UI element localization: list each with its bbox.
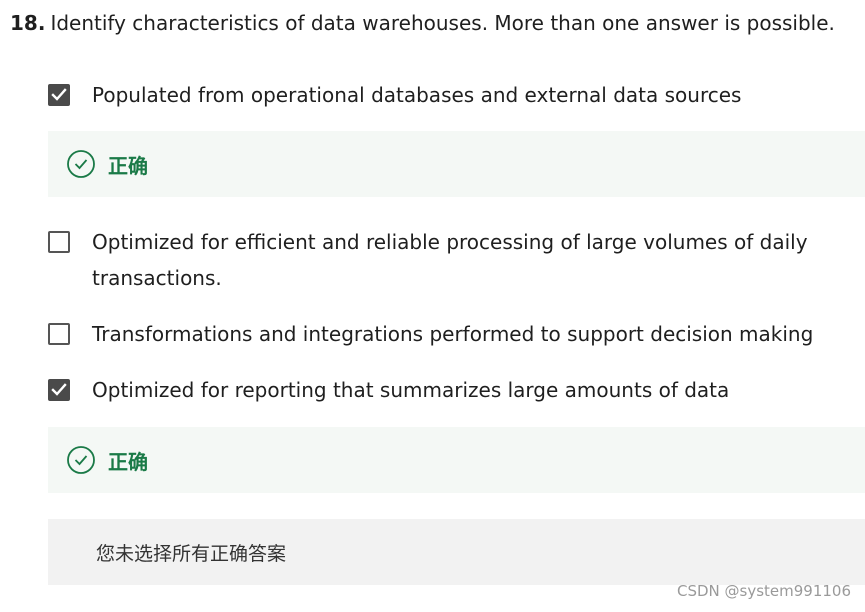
option-1[interactable]: Populated from operational databases and… xyxy=(48,80,792,113)
feedback-label: 正确 xyxy=(108,153,148,178)
checkmark-icon xyxy=(51,88,67,101)
option-label: Optimized for efficient and reliable pro… xyxy=(92,230,808,290)
question-number: 18. xyxy=(10,11,46,35)
option-label: Optimized for reporting that summarizes … xyxy=(92,378,730,402)
quiz-page: 18. Identify characteristics of data ware… xyxy=(0,0,865,612)
checkmark-icon xyxy=(51,383,67,396)
check-circle-icon xyxy=(67,446,95,474)
feedback-correct: 正确 xyxy=(48,427,865,493)
result-summary: 您未选择所有正确答案 xyxy=(48,519,865,585)
checkbox-unchecked[interactable] xyxy=(48,323,70,345)
option-4[interactable]: Optimized for reporting that summarizes … xyxy=(48,375,792,408)
check-circle-icon xyxy=(67,150,95,178)
question-text: Identify characteristics of data warehou… xyxy=(50,11,835,35)
watermark: CSDN @system991106 xyxy=(676,582,851,600)
question-heading: 18. Identify characteristics of data ware… xyxy=(10,8,835,38)
feedback-label: 正确 xyxy=(108,449,148,474)
checkbox-checked[interactable] xyxy=(48,379,70,401)
summary-text: 您未选择所有正确答案 xyxy=(96,542,287,565)
checkbox-unchecked[interactable] xyxy=(48,231,70,253)
option-label: Populated from operational databases and… xyxy=(92,83,742,107)
feedback-correct: 正确 xyxy=(48,131,865,197)
option-2[interactable]: Optimized for efficient and reliable pro… xyxy=(48,227,832,296)
option-3[interactable]: Transformations and integrations perform… xyxy=(48,319,852,352)
checkbox-checked[interactable] xyxy=(48,84,70,106)
option-label: Transformations and integrations perform… xyxy=(92,322,814,346)
